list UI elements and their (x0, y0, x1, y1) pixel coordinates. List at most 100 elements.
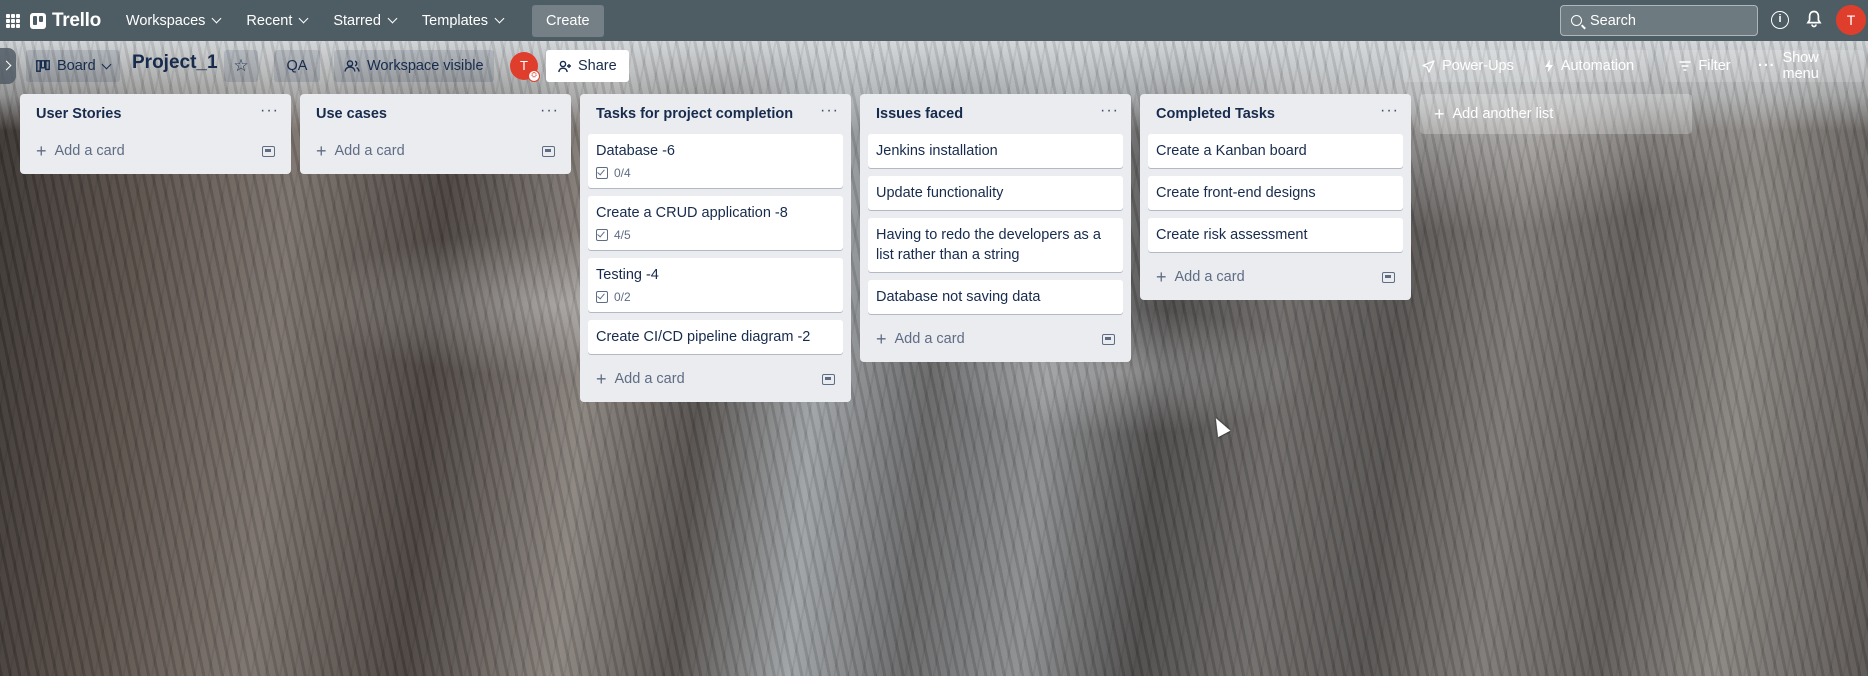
more-dots-icon: ··· (1758, 58, 1776, 74)
share-label: Share (578, 58, 617, 74)
share-button[interactable]: Share (546, 50, 629, 82)
card[interactable]: Create front-end designs (1148, 176, 1403, 210)
card-template-icon[interactable] (1382, 271, 1395, 283)
templates-menu-button[interactable]: Templates (411, 5, 514, 37)
automation-button[interactable]: Automation (1530, 50, 1648, 82)
user-avatar[interactable]: T (1836, 5, 1866, 35)
list-actions-icon[interactable]: ··· (820, 103, 839, 122)
chevron-down-icon (101, 59, 112, 69)
plus-icon: + (596, 369, 607, 389)
add-list-label: Add another list (1452, 106, 1554, 122)
search-icon (1571, 15, 1582, 26)
chevron-down-icon (298, 13, 309, 24)
card-title: Create a CRUD application -8 (596, 205, 788, 221)
board-view-switcher[interactable]: Board (26, 50, 120, 82)
power-ups-button[interactable]: Power-Ups (1403, 50, 1533, 82)
add-card-button[interactable]: + Add a card (1148, 260, 1403, 294)
card-title: Database not saving data (876, 289, 1041, 305)
card[interactable]: Create a CRUD application -8 4/5 (588, 196, 843, 250)
card[interactable]: Create a Kanban board (1148, 134, 1403, 168)
list-header: Completed Tasks ··· (1140, 94, 1411, 134)
card-template-icon[interactable] (1102, 333, 1115, 345)
plus-icon: + (876, 329, 887, 349)
recent-menu-button[interactable]: Recent (235, 5, 318, 37)
mouse-cursor-icon (1209, 414, 1231, 438)
workspaces-menu-button[interactable]: Workspaces (115, 5, 232, 37)
workspace-qa-button[interactable]: QA (274, 50, 320, 82)
add-card-button[interactable]: + Add a card (588, 362, 843, 396)
top-navigation-bar: Trello Workspaces Recent Starred Templat… (0, 0, 1868, 41)
add-card-button[interactable]: + Add a card (308, 134, 563, 168)
card-title: Create front-end designs (1156, 185, 1316, 201)
rocket-icon (1422, 59, 1435, 73)
list-title[interactable]: Issues faced (876, 106, 963, 122)
automation-label: Automation (1560, 58, 1635, 74)
list-title[interactable]: Completed Tasks (1156, 106, 1275, 122)
brand-name: Trello (52, 9, 101, 31)
trello-logo[interactable]: Trello (30, 10, 101, 32)
board-title[interactable]: Project_1 (132, 52, 218, 74)
show-menu-button[interactable]: ··· Show menu (1748, 50, 1864, 82)
list-actions-icon[interactable]: ··· (1380, 103, 1399, 122)
visibility-button[interactable]: Workspace visible (334, 50, 494, 82)
list-header: User Stories ··· (20, 94, 291, 134)
card[interactable]: Jenkins installation (868, 134, 1123, 168)
add-card-button[interactable]: + Add a card (28, 134, 283, 168)
list-actions-icon[interactable]: ··· (1100, 103, 1119, 122)
list-actions-icon[interactable]: ··· (540, 103, 559, 122)
card-title: Testing -4 (596, 267, 659, 283)
trello-logo-icon (30, 12, 46, 29)
list-use-cases: Use cases ··· + Add a card (300, 94, 571, 174)
card[interactable]: Testing -4 0/2 (588, 258, 843, 312)
card[interactable]: Create risk assessment (1148, 218, 1403, 252)
qa-label: QA (286, 58, 308, 74)
admin-badge-icon: ⛭ (528, 70, 540, 82)
card-title: Database -6 (596, 143, 675, 159)
checklist-icon (596, 167, 608, 179)
power-ups-label: Power-Ups (1442, 58, 1514, 74)
card[interactable]: Database not saving data (868, 280, 1123, 314)
starred-label: Starred (333, 12, 381, 29)
card-title: Update functionality (876, 185, 1004, 201)
card[interactable]: Update functionality (868, 176, 1123, 210)
card-title: Jenkins installation (876, 143, 998, 159)
list-issues-faced: Issues faced ··· Jenkins installation Up… (860, 94, 1131, 362)
people-icon (344, 60, 360, 72)
list-title[interactable]: Use cases (316, 106, 387, 122)
add-person-icon (558, 60, 571, 72)
star-board-icon[interactable]: ☆ (224, 50, 258, 82)
card-template-icon[interactable] (262, 145, 275, 157)
notifications-bell-icon[interactable] (1806, 10, 1822, 28)
card[interactable]: Database -6 0/4 (588, 134, 843, 188)
app-switcher-icon[interactable] (6, 13, 20, 28)
starred-menu-button[interactable]: Starred (322, 5, 407, 37)
list-actions-icon[interactable]: ··· (260, 103, 279, 122)
filter-icon (1679, 61, 1691, 71)
plus-icon: + (1434, 104, 1445, 124)
sidebar-expand-button[interactable] (0, 48, 16, 84)
show-menu-label: Show menu (1782, 50, 1819, 82)
chevron-down-icon (387, 13, 398, 24)
visibility-label: Workspace visible (367, 58, 484, 74)
info-icon[interactable]: i (1771, 11, 1789, 29)
card[interactable]: Having to redo the developers as a list … (868, 218, 1123, 272)
plus-icon: + (36, 141, 47, 161)
add-another-list-button[interactable]: + Add another list (1420, 94, 1692, 134)
card-template-icon[interactable] (822, 373, 835, 385)
card-template-icon[interactable] (542, 145, 555, 157)
add-card-button[interactable]: + Add a card (868, 322, 1123, 356)
filter-button[interactable]: Filter (1664, 50, 1746, 82)
list-title[interactable]: User Stories (36, 106, 121, 122)
search-input[interactable]: Search (1560, 5, 1758, 36)
filter-label: Filter (1698, 58, 1731, 74)
card[interactable]: Create CI/CD pipeline diagram -2 (588, 320, 843, 354)
lightning-icon (1544, 59, 1553, 73)
list-title[interactable]: Tasks for project completion (596, 106, 793, 122)
checklist-badge: 0/4 (596, 165, 835, 181)
plus-icon: + (1156, 267, 1167, 287)
create-button[interactable]: Create (532, 4, 604, 37)
list-header: Issues faced ··· (860, 94, 1131, 134)
add-card-label: Add a card (334, 143, 405, 159)
chevron-down-icon (494, 13, 505, 24)
workspaces-label: Workspaces (125, 12, 206, 29)
